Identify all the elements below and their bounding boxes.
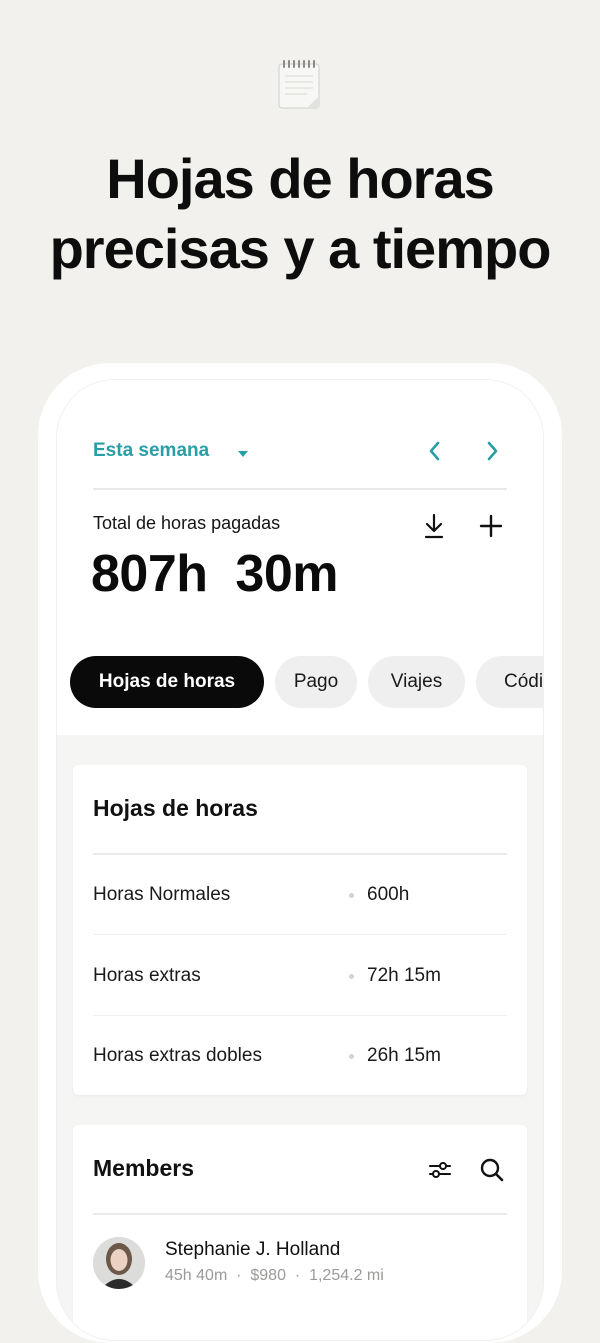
- member-stats: 45h 40m · $980 · 1,254.2 mi: [165, 1267, 384, 1284]
- total-hours-value: 807h 30m: [91, 545, 339, 603]
- search-icon[interactable]: [479, 1157, 505, 1188]
- divider: [93, 1213, 507, 1215]
- member-name[interactable]: Stephanie J. Holland: [165, 1239, 340, 1261]
- caret-down-icon[interactable]: [237, 446, 249, 464]
- tab-label: Pago: [293, 671, 339, 692]
- row-value-regular-hours: 600h: [367, 884, 410, 905]
- hero-headline: Hojas de horas precisas y a tiempo: [0, 144, 600, 284]
- row-label-double-overtime: Horas extras dobles: [93, 1045, 262, 1066]
- tab-label: Códigos: [504, 671, 543, 692]
- divider: [93, 488, 507, 490]
- headline-line-1: Hojas de horas: [106, 147, 494, 210]
- chevron-left-icon[interactable]: [425, 440, 445, 467]
- bullet-dot: [349, 974, 354, 979]
- row-value-overtime: 72h 15m: [367, 965, 441, 986]
- tab-bar: Hojas de horas Pago Viajes Códigos: [57, 656, 543, 710]
- notepad-icon: [277, 58, 323, 110]
- total-hours-label: Total de horas pagadas: [93, 513, 281, 533]
- tab-label: Hojas de horas: [98, 671, 236, 692]
- download-icon[interactable]: [421, 512, 447, 545]
- chevron-right-icon[interactable]: [482, 440, 502, 467]
- bullet-dot: [349, 893, 354, 898]
- summary-header: Esta semana Total de horas pagadas 807h …: [57, 380, 543, 735]
- add-icon[interactable]: [479, 514, 503, 543]
- row-label-overtime: Horas extras: [93, 965, 201, 986]
- divider: [93, 853, 507, 855]
- divider: [93, 1015, 507, 1016]
- timesheet-card: Hojas de horas Horas Normales 600h Horas…: [73, 765, 527, 1095]
- row-label-regular-hours: Horas Normales: [93, 884, 231, 905]
- bullet-dot: [349, 1054, 354, 1059]
- content-area: Hojas de horas Horas Normales 600h Horas…: [57, 735, 543, 1340]
- tab-codes[interactable]: Códigos: [476, 656, 543, 708]
- tab-pay[interactable]: Pago: [275, 656, 357, 708]
- headline-line-2: precisas y a tiempo: [49, 217, 552, 280]
- tab-timesheets[interactable]: Hojas de horas: [70, 656, 264, 708]
- filter-icon[interactable]: [427, 1159, 453, 1186]
- card-title: Members: [93, 1155, 194, 1181]
- members-card: Members Stephanie J. Holland 45h 40m · $…: [73, 1125, 527, 1340]
- tab-label: Viajes: [390, 671, 443, 692]
- period-selector[interactable]: Esta semana: [93, 440, 209, 462]
- card-title: Hojas de horas: [93, 795, 258, 821]
- phone-screen: Esta semana Total de horas pagadas 807h …: [57, 380, 543, 1340]
- tab-trips[interactable]: Viajes: [368, 656, 465, 708]
- avatar[interactable]: [93, 1237, 145, 1289]
- row-value-double-overtime: 26h 15m: [367, 1045, 441, 1066]
- divider: [93, 934, 507, 935]
